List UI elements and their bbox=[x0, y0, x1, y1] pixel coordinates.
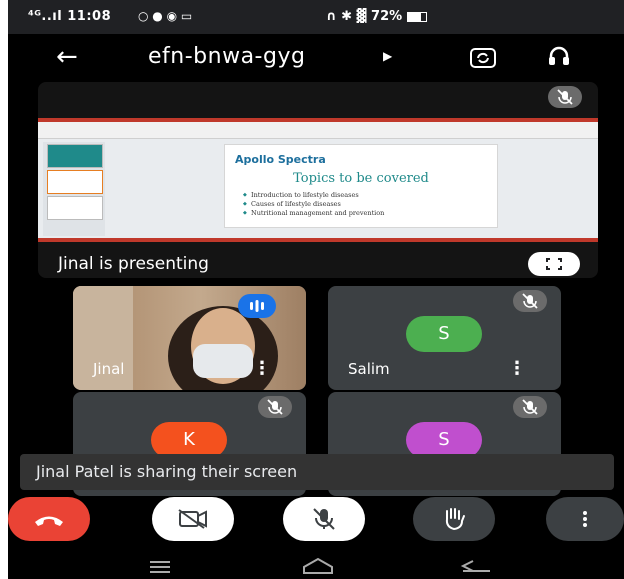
meeting-header: ← efn-bnwa-gyg ▶ bbox=[8, 34, 624, 84]
mic-off-icon bbox=[513, 396, 547, 418]
participant-avatar: S bbox=[406, 422, 482, 458]
caret-right-icon[interactable]: ▶ bbox=[383, 49, 392, 63]
back-nav-icon[interactable] bbox=[460, 560, 490, 572]
shared-screen: Apollo Spectra Topics to be covered Intr… bbox=[38, 118, 598, 242]
status-left: ⁴ᴳ..ıl 11:08 bbox=[28, 9, 112, 24]
mic-off-icon bbox=[513, 290, 547, 312]
slide-bullet: Introduction to lifestyle diseases bbox=[243, 191, 359, 199]
app-ribbon bbox=[38, 118, 598, 139]
snackbar: Jinal Patel is sharing their screen bbox=[20, 454, 614, 490]
home-icon[interactable] bbox=[303, 557, 333, 574]
fullscreen-icon[interactable] bbox=[528, 252, 580, 276]
back-arrow-icon[interactable]: ← bbox=[56, 42, 78, 72]
slide-brand: Apollo Spectra bbox=[235, 153, 326, 166]
slide-bullet: Nutritional management and prevention bbox=[243, 209, 384, 217]
camera-off-icon bbox=[178, 509, 207, 529]
slide-canvas: Apollo Spectra Topics to be covered Intr… bbox=[224, 144, 498, 228]
raise-hand-icon bbox=[445, 508, 465, 531]
presenting-label: Jinal is presenting bbox=[58, 254, 209, 274]
snackbar-message: Jinal Patel is sharing their screen bbox=[36, 462, 298, 481]
participant-tile-salim[interactable]: S Salim ⋮ bbox=[328, 286, 561, 390]
end-call-button[interactable] bbox=[8, 497, 90, 541]
battery-icon bbox=[406, 11, 427, 22]
more-options-button[interactable] bbox=[546, 497, 624, 541]
slide-bullet: Causes of lifestyle diseases bbox=[243, 200, 341, 208]
presentation-tile[interactable]: Apollo Spectra Topics to be covered Intr… bbox=[38, 82, 598, 278]
mic-off-icon bbox=[548, 86, 582, 108]
camera-toggle-button[interactable] bbox=[152, 497, 234, 541]
switch-camera-icon[interactable] bbox=[470, 48, 496, 68]
participant-name: Salim bbox=[348, 360, 390, 378]
more-options-icon[interactable]: ⋮ bbox=[253, 358, 271, 379]
more-options-icon[interactable]: ⋮ bbox=[508, 358, 526, 379]
alarm-icon: ∩ ✱ ▓ bbox=[326, 9, 367, 24]
slide-thumbnails bbox=[43, 142, 105, 236]
raise-hand-button[interactable] bbox=[413, 497, 495, 541]
status-icons: ○ ● ◉ ▭ bbox=[138, 9, 193, 23]
slide-title: Topics to be covered bbox=[293, 171, 429, 186]
status-bar: ⁴ᴳ..ıl 11:08 ○ ● ◉ ▭ ∩ ✱ ▓ 72% bbox=[8, 0, 624, 34]
status-battery: ∩ ✱ ▓ 72% bbox=[326, 9, 427, 24]
phone-hangup-icon bbox=[35, 516, 63, 526]
recent-apps-icon[interactable] bbox=[150, 561, 170, 573]
phone-screen: ⁴ᴳ..ıl 11:08 ○ ● ◉ ▭ ∩ ✱ ▓ 72% ← efn-bnw… bbox=[8, 0, 624, 579]
speaking-indicator-icon bbox=[238, 294, 276, 318]
mic-off-icon bbox=[258, 396, 292, 418]
mic-off-icon bbox=[313, 508, 335, 530]
mic-toggle-button[interactable] bbox=[283, 497, 365, 541]
android-nav-bar bbox=[8, 553, 624, 579]
participant-avatar: S bbox=[406, 316, 482, 352]
battery-percent: 72% bbox=[371, 9, 403, 24]
audio-output-icon[interactable] bbox=[548, 46, 570, 66]
more-vert-icon bbox=[583, 511, 587, 527]
participant-name: Jinal bbox=[93, 360, 125, 378]
taskbar bbox=[38, 238, 598, 242]
participant-avatar: K bbox=[151, 422, 227, 458]
meeting-code[interactable]: efn-bnwa-gyg bbox=[148, 44, 305, 69]
participant-tile-jinal[interactable]: Jinal ⋮ bbox=[73, 286, 306, 390]
